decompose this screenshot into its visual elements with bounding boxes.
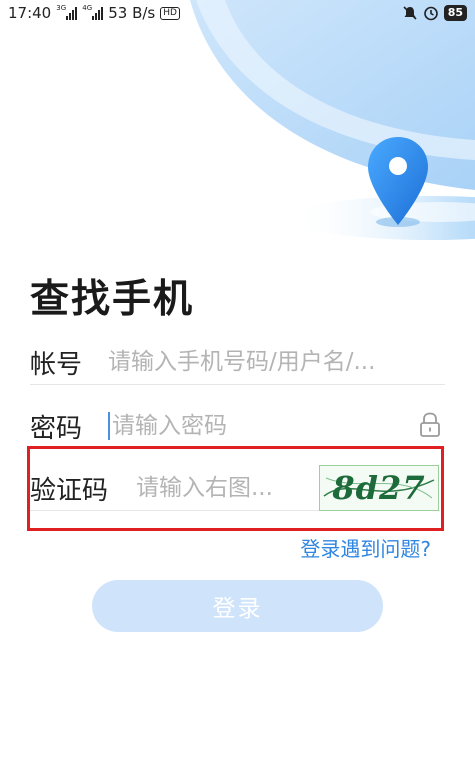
signal-sim2-icon: 4G [82,3,104,20]
battery-icon: 85 [443,5,467,21]
login-help-link[interactable]: 登录遇到问题? [300,533,431,562]
text-cursor [108,412,110,440]
page-title: 查找手机 [30,277,195,322]
sim1-network-label: 3G [56,3,67,12]
alarm-icon [423,6,438,21]
password-label: 密码 [30,413,83,444]
status-bar: 17:40 3G 4G 53 B/s HD 85 [0,0,475,26]
signal-sim1-icon: 3G [56,3,78,20]
login-button[interactable]: 登录 [92,580,383,632]
location-pin-icon [368,137,428,225]
account-label: 帐号 [30,349,83,380]
status-right: 85 [402,5,467,21]
do-not-disturb-icon [403,6,417,20]
status-left: 17:40 3G 4G 53 B/s HD [8,4,180,22]
account-row: 帐号 [30,340,445,385]
hd-icon: HD [160,6,180,20]
captcha-row: 验证码 8d27 [30,465,440,511]
captcha-code: 8d27 [332,469,426,507]
sim2-network-label: 4G [82,3,93,12]
account-input[interactable] [108,349,438,375]
network-speed: 53 B/s [108,4,156,22]
captcha-label: 验证码 [30,475,109,506]
password-row: 密码 [30,404,445,449]
captcha-image[interactable]: 8d27 [319,465,439,511]
password-input[interactable] [112,413,412,439]
captcha-input[interactable] [136,475,314,501]
lock-icon[interactable] [419,412,441,438]
status-time: 17:40 [8,4,52,22]
